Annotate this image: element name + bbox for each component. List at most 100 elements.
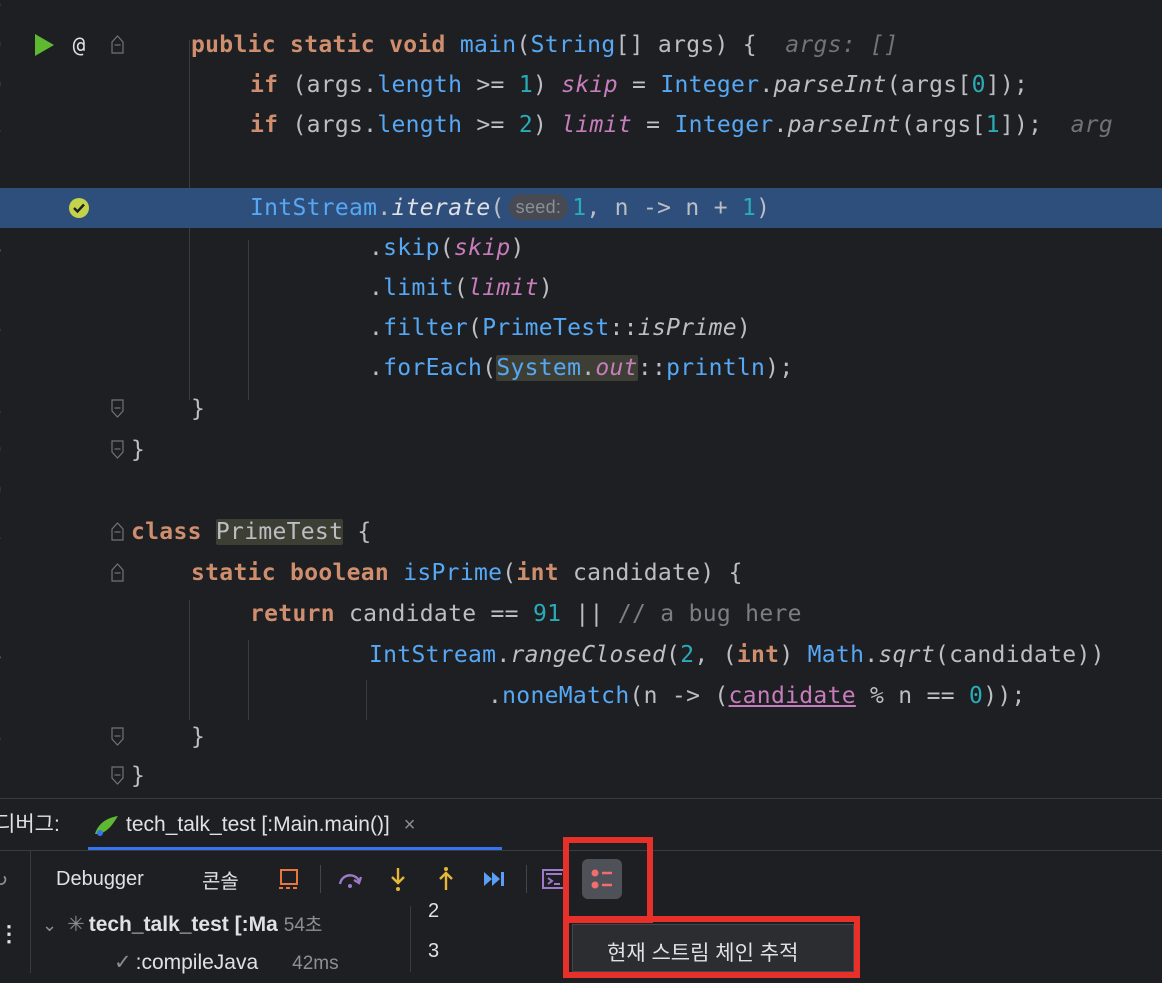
debug-side-toolbar: ↻ ⋮ [0,851,31,973]
tree-root-row[interactable]: ⌄ ✳ tech_talk_test [:Ma 54초 [42,908,322,941]
line-number: 9 [0,430,24,470]
line-number: 3 [0,594,24,634]
code-line: 5 .limit(limit) [0,268,1162,308]
console-line: 2 [428,900,440,922]
fold-icon[interactable] [111,727,124,746]
code-editor[interactable]: 8 9 @ public static void main(String[] a… [0,0,1162,798]
rerun-icon[interactable]: ↻ [0,865,16,893]
code-text: return candidate == 91 || // a bug here [250,601,802,627]
code-comment: // a bug here [617,601,802,627]
code-line: 6 .filter(PrimeTest::isPrime) [0,308,1162,348]
tree-child-row[interactable]: ✓:compileJava 42ms [114,946,339,979]
code-text: } [191,396,206,422]
line-number: 3 [0,188,24,228]
line-number: 0 [0,470,24,510]
line-number: 4 [0,228,24,268]
code-line: 3 return candidate == 91 || // a bug her… [0,594,1162,634]
code-line: 8 } [0,389,1162,429]
code-line: 8 [0,0,1162,22]
line-number: 5 [0,676,24,716]
tree-root-label: tech_talk_test [:Ma [88,913,278,936]
code-line: 5 .noneMatch(n -> (candidate % n == 0)); [0,676,1162,716]
fold-icon[interactable] [111,563,124,582]
close-tab-icon[interactable]: × [404,814,416,837]
code-text: static boolean isPrime(int candidate) { [191,560,743,586]
current-execution-line: 3 IntStream.iterate(seed:1, n -> n + 1) [0,188,1162,228]
tab-debugger[interactable]: Debugger [56,851,144,907]
step-out-icon[interactable] [432,865,460,893]
step-over-icon[interactable] [336,865,364,893]
line-number: 7 [0,756,24,796]
code-line: 7 .forEach(System.out::println); [0,348,1162,388]
debug-label: 디버그: [0,813,60,836]
debug-session-label: tech_talk_test [:Main.main()] [126,813,390,836]
code-text: IntStream.rangeClosed(2, (int) Math.sqrt… [369,642,1105,668]
code-text: .noneMatch(n -> (candidate % n == 0)); [488,683,1026,709]
line-number: 2 [0,145,24,185]
fold-icon[interactable] [111,399,124,418]
line-number: 6 [0,308,24,348]
step-into-icon[interactable] [384,865,412,893]
debug-bug-icon [95,816,118,836]
breakpoint-check-icon[interactable] [66,188,92,228]
success-check-icon: ✓ [114,951,132,974]
line-number: 8 [0,0,24,22]
line-number: 9 [0,25,24,65]
code-line: 6 } [0,717,1162,757]
chevron-down-icon[interactable]: ⌄ [42,915,57,935]
parameter-hint: seed: [508,194,569,220]
annotation-highlight-box [563,837,653,923]
fold-icon[interactable] [111,440,124,459]
code-text: if (args.length >= 2) limit = Integer.pa… [250,112,1114,138]
line-number: 6 [0,717,24,757]
annotation-highlight-box [563,916,860,978]
line-number: 4 [0,635,24,675]
fold-icon[interactable] [111,522,124,541]
code-text: .filter(PrimeTest::isPrime) [369,315,752,341]
toolbar-separator [526,865,527,893]
line-number: 7 [0,348,24,388]
code-line: 4 .skip(skip) [0,228,1162,268]
run-to-cursor-icon[interactable] [480,865,508,893]
code-text: IntStream.iterate(seed: 1, n -> n + 1) [250,194,771,221]
line-number: 5 [0,268,24,308]
inline-value-hint: args: [] [785,32,899,58]
code-text: .forEach(System.out::println); [369,355,794,381]
code-line: 9 @ public static void main(String[] arg… [0,25,1162,65]
at-icon[interactable]: @ [66,25,92,65]
tree-child-label: :compileJava [135,951,259,974]
code-text: } [191,724,206,750]
inline-value-hint: arg [1070,112,1114,138]
code-text: class PrimeTest { [131,519,372,545]
code-line: 1 class PrimeTest { [0,512,1162,552]
code-line: 0 if (args.length >= 1) skip = Integer.p… [0,65,1162,105]
more-icon[interactable]: ⋮ [0,921,20,949]
code-line: 0 [0,470,1162,510]
code-line: 9 } [0,430,1162,470]
line-number: 0 [0,65,24,105]
toolbar-separator [320,865,321,893]
build-tree: ⌄ ✳ tech_talk_test [:Ma 54초 ✓:compileJava 42… [30,906,411,974]
fold-icon[interactable] [111,766,124,785]
tree-root-time: 54초 [283,915,323,936]
tree-child-time: 42ms [292,953,339,974]
code-text: } [131,763,146,789]
loading-spinner-icon: ✳ [67,913,85,936]
line-number: 8 [0,389,24,429]
console-line: 3 [428,940,440,962]
code-text: } [131,437,146,463]
code-line: 2 [0,145,1162,185]
line-number: 1 [0,512,24,552]
line-number: 1 [0,105,24,145]
code-line: 4 IntStream.rangeClosed(2, (int) Math.sq… [0,635,1162,675]
fold-icon[interactable] [111,35,124,54]
debug-session-tab[interactable]: tech_talk_test [:Main.main()] × [92,799,415,851]
code-text: .skip(skip) [369,235,525,261]
code-line: 2 static boolean isPrime(int candidate) … [0,553,1162,593]
code-text: public static void main(String[] args) {… [191,32,899,58]
layout-icon[interactable] [275,865,303,893]
tab-console[interactable]: 콘솔 [202,851,239,907]
code-line: 1 if (args.length >= 2) limit = Integer.… [0,105,1162,145]
code-text: if (args.length >= 1) skip = Integer.par… [250,72,1029,98]
run-icon[interactable] [30,25,58,65]
